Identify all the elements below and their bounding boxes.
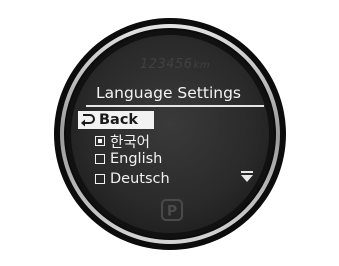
- odometer-value: 123456: [139, 57, 193, 72]
- odometer-unit: km: [193, 60, 211, 71]
- scroll-down-icon[interactable]: [240, 171, 254, 183]
- language-option-korean[interactable]: 한국어: [95, 132, 151, 151]
- checkbox-checked-icon: [95, 136, 105, 146]
- instrument-cluster-display: 123456km Language Settings Back 한국어 Engl…: [0, 0, 339, 266]
- cluster-bezel: [54, 18, 286, 250]
- odometer-readout: 123456km: [115, 57, 235, 73]
- language-option-deutsch[interactable]: Deutsch: [95, 170, 170, 188]
- back-label: Back: [99, 112, 139, 128]
- language-option-english[interactable]: English: [95, 150, 162, 168]
- language-option-label: 한국어: [110, 134, 151, 151]
- menu-title: Language Settings: [96, 84, 241, 102]
- return-arrow-icon: [81, 114, 95, 127]
- language-option-label: English: [110, 151, 163, 167]
- park-indicator-icon: P: [161, 199, 183, 221]
- language-option-label: Deutsch: [110, 171, 170, 187]
- checkbox-empty-icon: [95, 174, 105, 184]
- back-menu-item[interactable]: Back: [78, 111, 154, 129]
- gear-indicator-text: P: [167, 204, 177, 220]
- title-divider: [86, 105, 264, 107]
- checkbox-empty-icon: [95, 154, 105, 164]
